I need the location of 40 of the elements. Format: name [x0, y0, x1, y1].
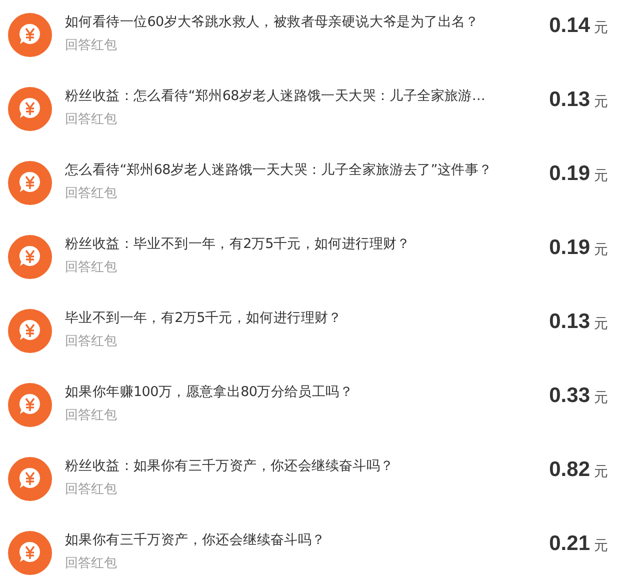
yen-bubble-icon: [8, 531, 52, 575]
reward-amount: 0.33: [549, 384, 590, 408]
reward-amount: 0.13: [549, 88, 590, 112]
question-title[interactable]: 如果你有三千万资产，你还会继续奋斗吗？: [65, 530, 536, 550]
question-title[interactable]: 毕业不到一年，有2万5千元，如何进行理财？: [65, 308, 536, 328]
reward-amount: 0.14: [549, 14, 590, 38]
reward-label: 回答红包: [65, 482, 118, 498]
currency-unit: 元: [594, 315, 608, 333]
yen-bubble-icon: [8, 309, 52, 353]
yen-bubble-icon: [8, 13, 52, 57]
reward-amount: 0.82: [549, 458, 590, 482]
reward-amount: 0.13: [549, 310, 590, 334]
question-title[interactable]: 怎么看待“郑州68岁老人迷路饿一天大哭：儿子全家旅游去了”这件事？: [65, 160, 536, 180]
reward-label: 回答红包: [65, 38, 118, 54]
yen-bubble-icon: [8, 87, 52, 131]
question-title[interactable]: 粉丝收益：毕业不到一年，有2万5千元，如何进行理财？: [65, 234, 536, 254]
yen-bubble-icon: [8, 235, 52, 279]
currency-unit: 元: [594, 167, 608, 185]
question-title[interactable]: 如果你年赚100万，愿意拿出80万分给员工吗？: [65, 382, 536, 402]
reward-amount: 0.21: [549, 532, 590, 556]
currency-unit: 元: [594, 389, 608, 407]
currency-unit: 元: [594, 241, 608, 259]
reward-label: 回答红包: [65, 408, 118, 424]
yen-bubble-icon: [8, 457, 52, 501]
currency-unit: 元: [594, 463, 608, 481]
yen-bubble-icon: [8, 383, 52, 427]
reward-amount: 0.19: [549, 236, 590, 260]
currency-unit: 元: [594, 537, 608, 555]
reward-amount: 0.19: [549, 162, 590, 186]
currency-unit: 元: [594, 19, 608, 37]
reward-label: 回答红包: [65, 334, 118, 350]
question-title[interactable]: 粉丝收益：如果你有三千万资产，你还会继续奋斗吗？: [65, 456, 536, 476]
reward-label: 回答红包: [65, 556, 118, 572]
currency-unit: 元: [594, 93, 608, 111]
reward-label: 回答红包: [65, 112, 118, 128]
question-title[interactable]: 粉丝收益：怎么看待“郑州68岁老人迷路饿一天大哭：儿子全家旅游…: [65, 86, 536, 106]
yen-bubble-icon: [8, 161, 52, 205]
reward-label: 回答红包: [65, 260, 118, 276]
reward-label: 回答红包: [65, 186, 118, 202]
question-title[interactable]: 如何看待一位60岁大爷跳水救人，被救者母亲硬说大爷是为了出名？: [65, 12, 536, 32]
